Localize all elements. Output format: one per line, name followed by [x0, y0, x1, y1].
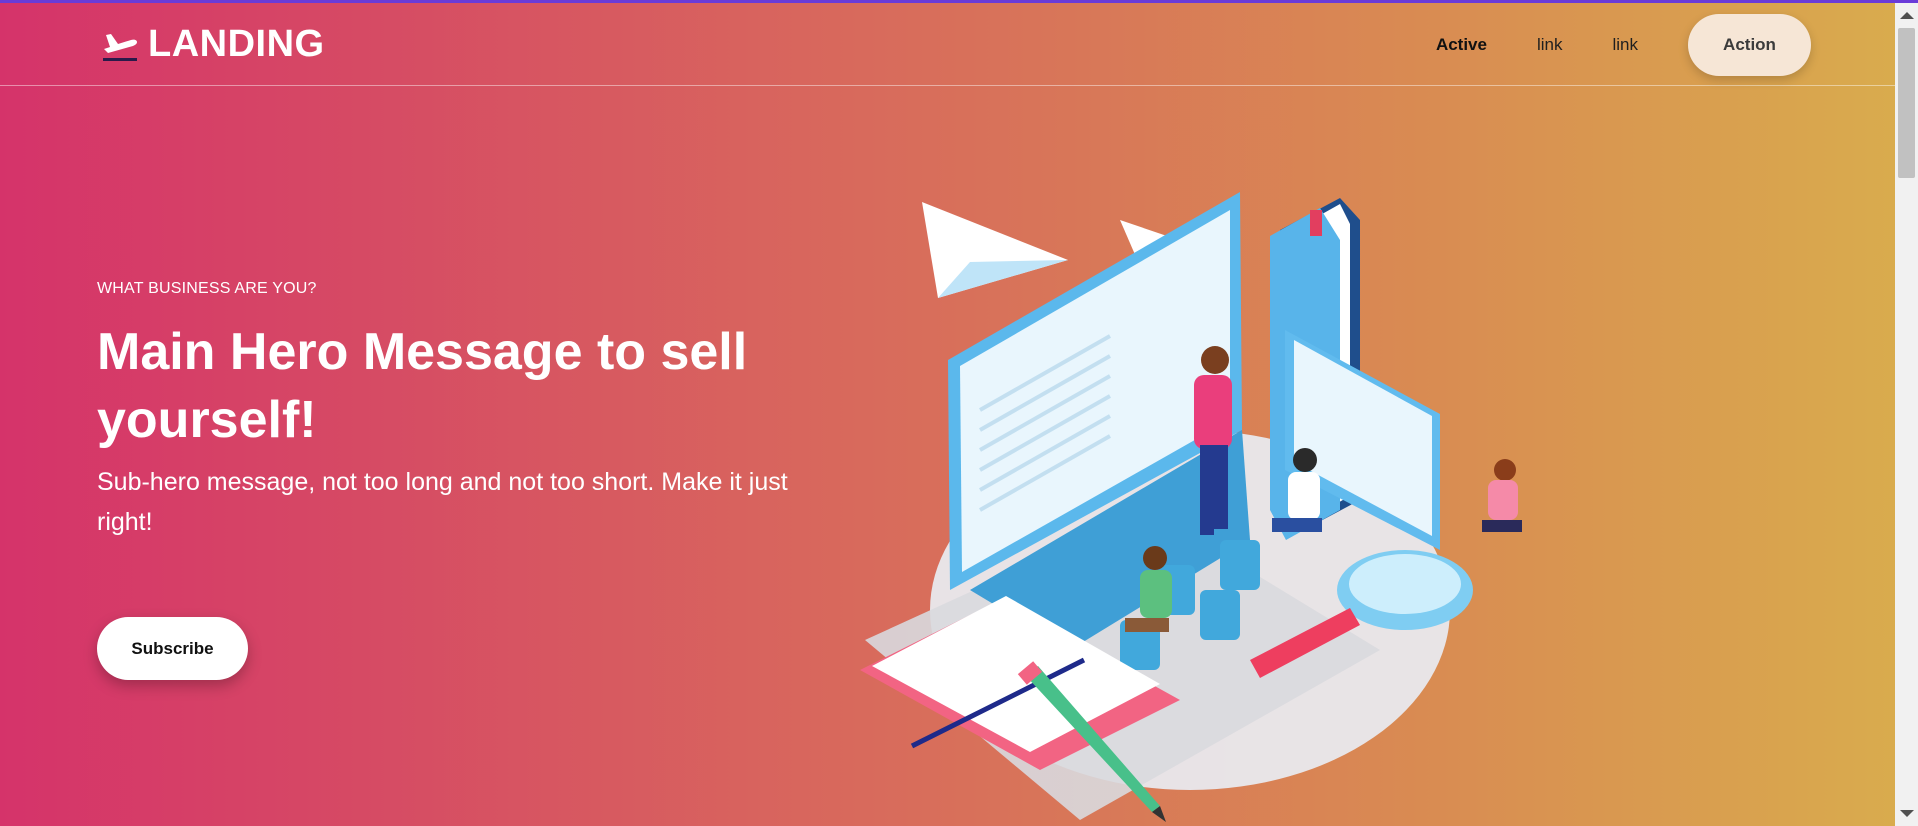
subscribe-button[interactable]: Subscribe [97, 617, 248, 680]
scroll-down-arrow-icon[interactable] [1900, 810, 1914, 817]
brand[interactable]: LANDING [100, 25, 325, 63]
hero-headline: Main Hero Message to sell yourself! [97, 323, 748, 449]
hero-eyebrow: WHAT BUSINESS ARE YOU? [97, 280, 317, 297]
vertical-scrollbar[interactable] [1895, 3, 1918, 826]
scroll-thumb[interactable] [1898, 28, 1915, 178]
action-button[interactable]: Action [1688, 14, 1811, 76]
nav-link-active[interactable]: Active [1436, 35, 1487, 55]
airplane-takeoff-icon [103, 34, 137, 61]
nav-link-2[interactable]: link [1612, 35, 1638, 55]
hero-subheadline: Sub-hero message, not too long and not t… [97, 468, 788, 536]
scroll-up-arrow-icon[interactable] [1900, 12, 1914, 19]
nav-link-1[interactable]: link [1537, 35, 1563, 55]
navbar: LANDING Active link link Action [0, 3, 1895, 86]
hero-section: WHAT BUSINESS ARE YOU? Main Hero Message… [97, 280, 797, 542]
hero-illustration [860, 192, 1522, 822]
nav-links: Active link link Action [1436, 13, 1895, 77]
brand-name: LANDING [148, 23, 325, 65]
